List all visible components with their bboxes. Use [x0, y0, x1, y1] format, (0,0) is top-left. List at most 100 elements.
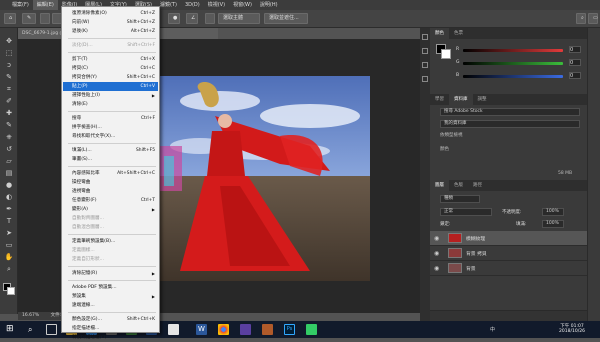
tab-learn[interactable]: 學習 — [430, 94, 449, 105]
clock[interactable]: 下午 01:07 2018/10/26 — [552, 323, 592, 334]
menu-1[interactable]: 編輯(E) — [32, 0, 58, 10]
green-slider[interactable] — [463, 62, 563, 65]
menu-item[interactable]: 預設集 ▶ — [63, 292, 158, 301]
menu-item[interactable]: 淡化(D)... Shift+Ctrl+F — [63, 41, 158, 50]
menu-item[interactable]: 填滿(L)... Shift+F5 — [63, 146, 158, 155]
layer-row[interactable]: ◉ 模糊紋理 — [430, 231, 587, 246]
blur-tool-icon[interactable]: ● — [4, 180, 14, 190]
menu-item[interactable]: 筆畫(S)... — [63, 155, 158, 164]
panel-icon[interactable] — [422, 48, 428, 54]
gradient-tool-icon[interactable]: ▤ — [4, 168, 14, 178]
eyedropper-tool-icon[interactable]: ✐ — [4, 96, 14, 106]
panel-scrollbar[interactable] — [587, 28, 600, 321]
colors-section[interactable]: 顏色 — [440, 146, 449, 152]
menu-item[interactable]: 復原清除像素(O) Ctrl+Z — [63, 9, 158, 18]
pen-tool-icon[interactable]: ✒ — [4, 204, 14, 214]
ime-indicator[interactable]: 中 — [490, 326, 495, 333]
angle-icon[interactable]: ∠ — [186, 13, 198, 24]
word-icon[interactable]: W — [196, 324, 207, 335]
tab-channels[interactable]: 色版 — [449, 180, 468, 191]
tab-swatches[interactable]: 色票 — [449, 28, 468, 39]
document-image[interactable] — [160, 76, 370, 281]
tab-adjustments[interactable]: 調整 — [473, 94, 492, 105]
menu-item[interactable]: 任意變形(F) Ctrl+T — [63, 196, 158, 205]
opacity-field[interactable]: 100% — [542, 208, 564, 216]
hand-tool-icon[interactable]: ✋ — [4, 252, 14, 262]
menu-item[interactable]: 定義圖樣... — [63, 246, 158, 255]
quick-select-tool-icon[interactable]: ✎ — [4, 72, 14, 82]
menu-item[interactable]: 拼字檢查(H)... — [63, 123, 158, 132]
menu-8[interactable]: 檢視(V) — [204, 0, 229, 10]
layer-row[interactable]: ◉ 背景 拷貝 — [430, 246, 587, 261]
lasso-tool-icon[interactable]: ↄ — [4, 60, 14, 70]
stamp-tool-icon[interactable]: ⎈ — [4, 132, 14, 142]
healing-tool-icon[interactable]: ✚ — [4, 108, 14, 118]
menu-9[interactable]: 視窗(W) — [229, 0, 256, 10]
background-swatch[interactable] — [441, 49, 451, 59]
layer-kind-filter[interactable]: 種類 — [440, 195, 480, 203]
menu-item[interactable]: 退後(K) Alt+Ctrl+Z — [63, 27, 158, 36]
menu-item[interactable]: 尋找和取代文字(X)... — [63, 132, 158, 141]
menu-item[interactable]: 自動混合圖層... — [63, 223, 158, 232]
zoom-tool-icon[interactable]: ⌕ — [4, 264, 14, 274]
layer-row[interactable]: ◉ 背景 — [430, 261, 587, 276]
menu-item[interactable]: 拷貝合併(Y) Shift+Ctrl+C — [63, 73, 158, 82]
menu-0[interactable]: 檔案(F) — [8, 0, 33, 10]
menu-item[interactable]: 自動對齊圖層... — [63, 214, 158, 223]
zoom-readout[interactable]: 16.67% — [22, 313, 39, 318]
app-icon[interactable] — [168, 324, 179, 335]
crop-tool-icon[interactable]: ⌗ — [4, 84, 14, 94]
menu-item[interactable]: 顏色設定(G)... Shift+Ctrl+K — [63, 315, 158, 324]
view-by-type[interactable]: 依類型檢視 — [440, 132, 463, 138]
brush-tool-icon[interactable]: ✎ — [4, 120, 14, 130]
photoshop-icon[interactable]: Ps — [284, 324, 295, 335]
sample-all-checkbox[interactable] — [205, 13, 215, 24]
menu-item[interactable]: 向前(W) Shift+Ctrl+Z — [63, 18, 158, 27]
panel-icon[interactable] — [422, 76, 428, 82]
menu-item[interactable]: 操控彎曲 — [63, 178, 158, 187]
menu-item[interactable]: 變形(A) ▶ — [63, 205, 158, 214]
fill-field[interactable]: 100% — [542, 220, 564, 228]
app-icon[interactable] — [262, 324, 273, 335]
tab-layers[interactable]: 圖層 — [430, 180, 449, 191]
task-view-icon[interactable] — [46, 324, 57, 335]
menu-item[interactable]: 搜尋 Ctrl+F — [63, 114, 158, 123]
eye-icon[interactable]: ◉ — [434, 265, 444, 272]
history-tool-icon[interactable]: ↺ — [4, 144, 14, 154]
path-select-tool-icon[interactable]: ➤ — [4, 228, 14, 238]
eraser-tool-icon[interactable]: ▱ — [4, 156, 14, 166]
select-and-mask-button[interactable]: 選取並遮住... — [264, 13, 308, 24]
eye-icon[interactable]: ◉ — [434, 250, 444, 257]
tab-color[interactable]: 顏色 — [430, 28, 449, 39]
brush-size-icon[interactable]: ● — [168, 13, 180, 24]
move-tool-icon[interactable]: ✥ — [4, 36, 14, 46]
menu-item[interactable]: 剪下(T) Ctrl+X — [63, 55, 158, 64]
blue-slider[interactable] — [463, 75, 563, 78]
new-selection-icon[interactable] — [40, 13, 50, 24]
tab-libraries[interactable]: 資料庫 — [449, 94, 473, 105]
menu-item[interactable]: 定義自訂形狀... — [63, 255, 158, 264]
stock-search-input[interactable]: 搜尋 Adobe Stock — [440, 108, 580, 116]
panel-icon[interactable] — [422, 62, 428, 68]
quick-select-icon[interactable]: ✎ — [22, 13, 36, 24]
app-icon[interactable] — [306, 324, 317, 335]
select-subject-button[interactable]: 選取主體 — [218, 13, 260, 24]
app-icon[interactable] — [240, 324, 251, 335]
library-select[interactable]: 我的資料庫 — [440, 120, 580, 128]
panel-icon[interactable] — [422, 34, 428, 40]
workspace-icon[interactable]: ▭ — [588, 13, 598, 24]
menu-7[interactable]: 3D(D) — [181, 0, 204, 10]
marquee-tool-icon[interactable]: ⬚ — [4, 48, 14, 58]
shape-tool-icon[interactable]: ▭ — [4, 240, 14, 250]
chrome-icon[interactable] — [218, 324, 229, 335]
type-tool-icon[interactable]: T — [4, 216, 14, 226]
menu-item[interactable]: 貼上(P) Ctrl+V — [63, 82, 158, 91]
menu-item[interactable]: 清除記憶(R) ▶ — [63, 269, 158, 278]
menu-10[interactable]: 說明(H) — [256, 0, 282, 10]
menu-item[interactable]: 內容感知比率 Alt+Shift+Ctrl+C — [63, 169, 158, 178]
menu-item[interactable]: 透視彎曲 — [63, 187, 158, 196]
menu-item[interactable]: Adobe PDF 預設集... — [63, 283, 158, 292]
dodge-tool-icon[interactable]: ◐ — [4, 192, 14, 202]
home-icon[interactable]: ⌂ — [4, 13, 16, 24]
tab-paths[interactable]: 路徑 — [468, 180, 487, 191]
